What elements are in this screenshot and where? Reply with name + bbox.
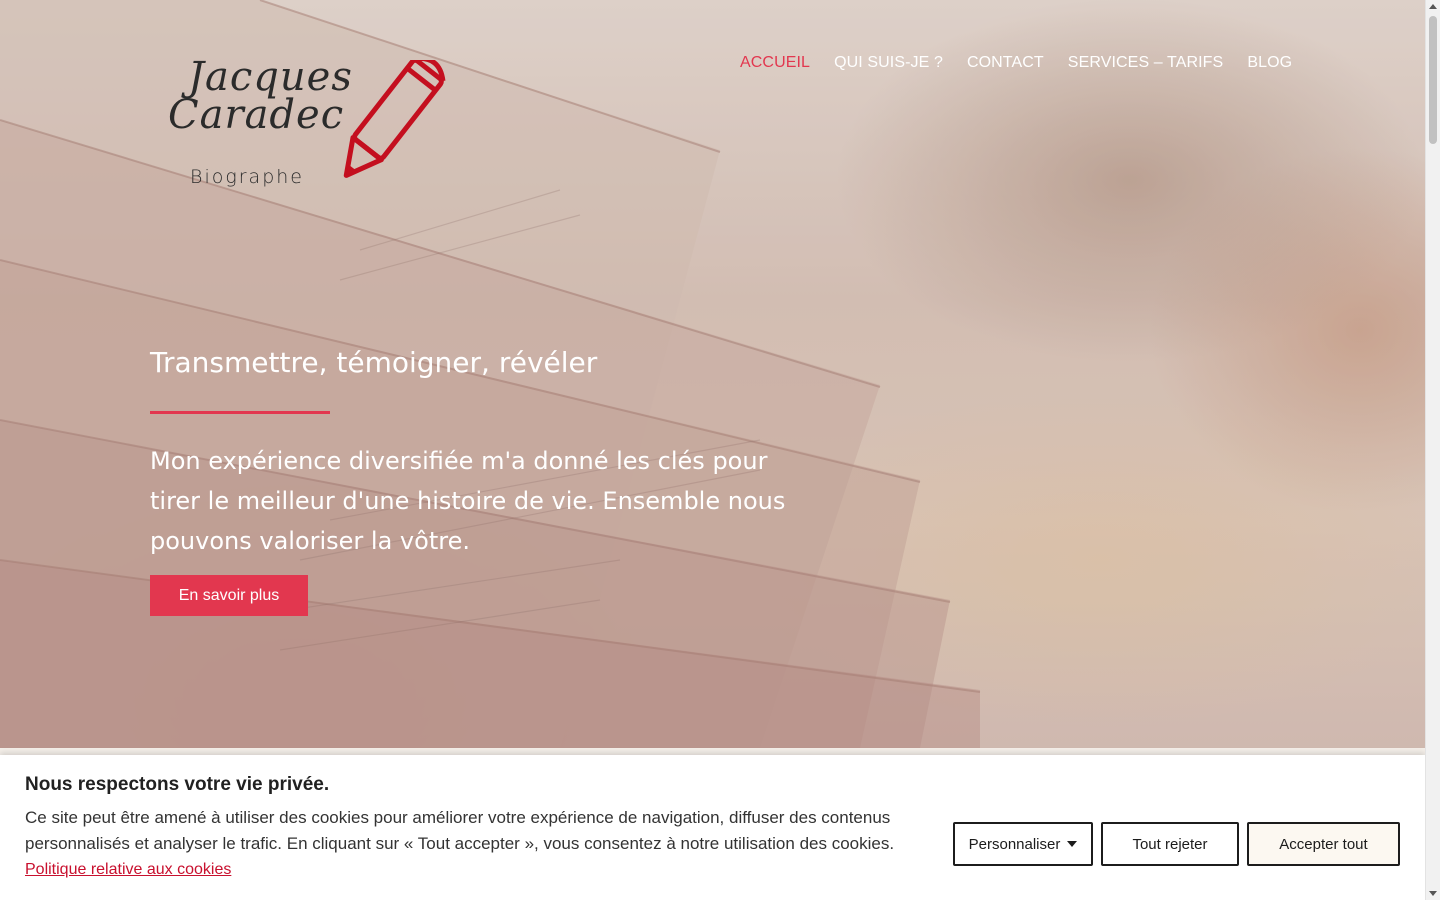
scrollbar-thumb[interactable] <box>1429 16 1437 144</box>
logo-subtitle: Biographe <box>190 166 304 188</box>
nav-item-contact[interactable]: CONTACT <box>967 54 1044 72</box>
accept-all-button[interactable]: Accepter tout <box>1247 822 1400 866</box>
cookie-banner-title: Nous respectons votre vie privée. <box>25 774 330 795</box>
scroll-down-arrow-icon[interactable] <box>1429 891 1437 896</box>
hero-lead-text: Mon expérience diversifiée m'a donné les… <box>150 447 786 555</box>
nav-item-services-tarifs[interactable]: SERVICES – TARIFS <box>1068 54 1224 72</box>
tagline-divider <box>150 411 330 414</box>
page-scrollbar[interactable] <box>1425 0 1440 900</box>
reject-all-button[interactable]: Tout rejeter <box>1101 822 1239 866</box>
customize-label: Personnaliser <box>968 835 1061 853</box>
customize-cookies-button[interactable]: Personnaliser <box>953 822 1093 866</box>
nav-item-blog[interactable]: BLOG <box>1247 54 1292 72</box>
cookie-policy-link[interactable]: Politique relative aux cookies <box>25 861 231 878</box>
cookie-banner-body: Ce site peut être amené à utiliser des c… <box>25 808 895 853</box>
scroll-up-arrow-icon[interactable] <box>1429 4 1437 9</box>
nav-item-accueil[interactable]: ACCUEIL <box>740 54 810 72</box>
learn-more-button[interactable]: En savoir plus <box>150 575 308 616</box>
pencil-icon <box>343 60 446 178</box>
cookie-banner: Nous respectons votre vie privée. Ce sit… <box>0 755 1425 900</box>
nav-item-qui-suis-je[interactable]: QUI SUIS-JE ? <box>834 54 943 72</box>
cookie-banner-text: Ce site peut être amené à utiliser des c… <box>25 805 925 883</box>
caret-down-icon <box>1067 841 1078 847</box>
site-logo[interactable]: Jacques Caradec Biographe <box>168 57 468 198</box>
main-nav: ACCUEIL QUI SUIS-JE ? CONTACT SERVICES –… <box>740 54 1292 72</box>
hero-tagline: Transmettre, témoigner, révéler <box>150 346 598 379</box>
